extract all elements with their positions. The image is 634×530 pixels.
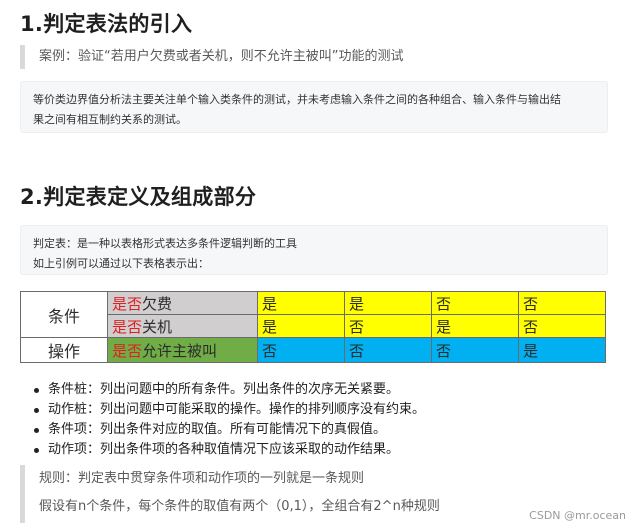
code-line: 等价类边界值分析法主要关注单个输入类条件的测试，并未考虑输入条件之间的各种组合、… — [33, 93, 561, 106]
condition-stub-label: 条件 — [20, 291, 108, 338]
yes-no-marker: 是否 — [112, 341, 143, 360]
condition-entry: 否 — [431, 291, 519, 315]
action-entry: 否 — [257, 337, 345, 363]
watermark: CSDN @mr.ocean — [529, 509, 626, 522]
list-item: 动作项：列出条件项的各种取值情况下应该采取的动作结果。 — [34, 440, 425, 460]
code-line: 如上引例可以通过以下表格表示出： — [33, 257, 209, 270]
table-row: 条件 是否欠费 是 是 否 否 — [20, 291, 606, 338]
section-2-heading: 2.判定表定义及组成部分 — [20, 185, 257, 209]
action-stub-label: 操作 — [20, 337, 108, 363]
action-name: 允许主被叫 — [142, 341, 218, 360]
section-1-heading: 1.判定表法的引入 — [20, 12, 193, 36]
condition-entry: 是 — [257, 314, 345, 338]
intro-code-block: 等价类边界值分析法主要关注单个输入类条件的测试，并未考虑输入条件之间的各种组合、… — [20, 81, 608, 133]
condition-entry: 否 — [518, 291, 606, 315]
condition-entry: 是 — [257, 291, 345, 315]
yes-no-marker: 是否 — [112, 317, 143, 336]
action-entry: 是 — [518, 337, 606, 363]
decision-table: 条件 是否欠费 是 是 否 否 是否关机 是 否 是 否 操作 是否允许主被叫 … — [20, 291, 606, 363]
condition-name: 欠费 — [142, 294, 173, 313]
list-item: 动作桩：列出问题中可能采取的操作。操作的排列顺序没有约束。 — [34, 400, 425, 420]
condition-entry: 否 — [344, 314, 432, 338]
action-entry: 否 — [344, 337, 432, 363]
list-item: 条件桩：列出问题中的所有条件。列出条件的次序无关紧要。 — [34, 380, 425, 400]
table-row: 操作 是否允许主被叫 否 否 否 是 — [20, 337, 606, 363]
action-stub: 是否允许主被叫 — [107, 337, 258, 363]
yes-no-marker: 是否 — [112, 294, 143, 313]
code-line: 果之间有相互制约关系的测试。 — [33, 113, 187, 126]
case-quote: 案例：验证“若用户欠费或者关机，则不允许主被叫”功能的测试 — [20, 45, 620, 69]
list-item: 条件项：列出条件对应的取值。所有可能情况下的真假值。 — [34, 420, 425, 440]
code-line: 判定表：是一种以表格形式表达多条件逻辑判断的工具 — [33, 237, 297, 250]
condition-entry: 否 — [518, 314, 606, 338]
condition-entry: 是 — [431, 314, 519, 338]
condition-name: 关机 — [142, 317, 173, 336]
condition-entry: 是 — [344, 291, 432, 315]
quote-line: 规则：判定表中贯穿条件项和动作项的一列就是一条规则 — [39, 471, 365, 486]
condition-stub: 是否关机 — [107, 314, 258, 338]
definition-code-block: 判定表：是一种以表格形式表达多条件逻辑判断的工具 如上引例可以通过以下表格表示出… — [20, 225, 608, 275]
definition-list: 条件桩：列出问题中的所有条件。列出条件的次序无关紧要。 动作桩：列出问题中可能采… — [34, 380, 425, 460]
table-row: 是否关机 是 否 是 否 — [21, 314, 606, 338]
condition-stub: 是否欠费 — [107, 291, 258, 315]
action-entry: 否 — [431, 337, 519, 363]
